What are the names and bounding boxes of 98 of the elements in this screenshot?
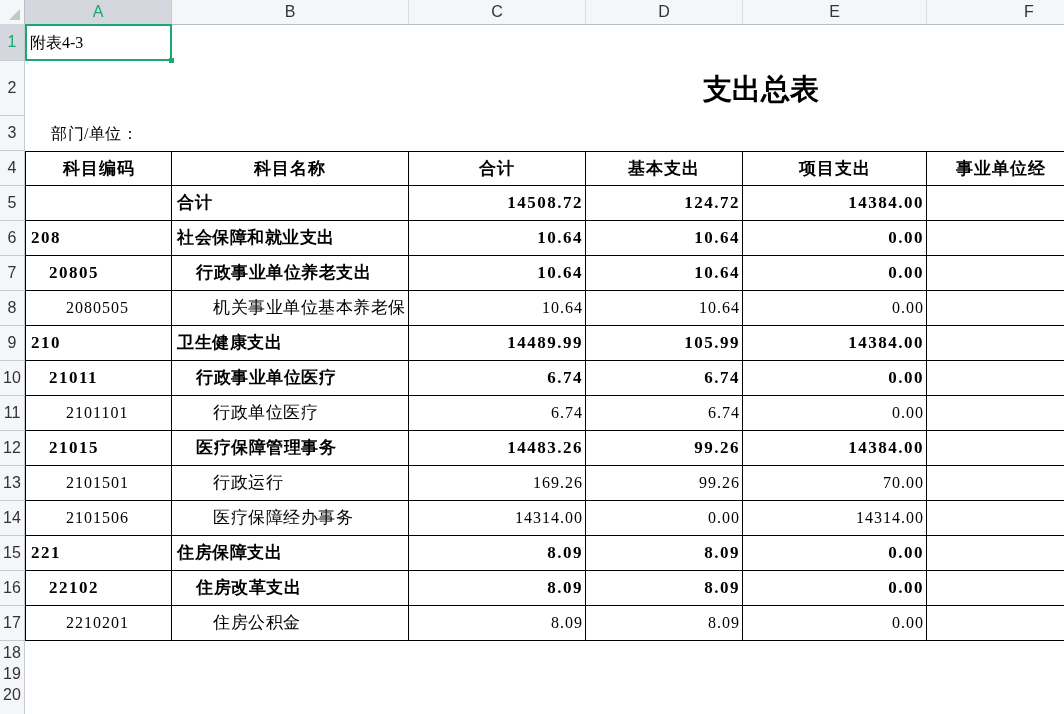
table-cell[interactable]: 2101501 bbox=[25, 466, 172, 501]
table-header-cell[interactable]: 项目支出 bbox=[743, 151, 927, 186]
table-cell[interactable]: 2101506 bbox=[25, 501, 172, 536]
table-cell[interactable]: 169.26 bbox=[409, 466, 586, 501]
row-header[interactable]: 17 bbox=[0, 606, 25, 641]
table-cell[interactable]: 行政单位医疗 bbox=[172, 396, 409, 431]
table-cell[interactable]: 机关事业单位基本养老保 bbox=[172, 291, 409, 326]
table-cell[interactable]: 99.26 bbox=[586, 466, 743, 501]
table-cell[interactable]: 14384.00 bbox=[743, 431, 927, 466]
table-header-cell[interactable]: 科目编码 bbox=[25, 151, 172, 186]
table-cell[interactable]: 8.09 bbox=[409, 606, 586, 641]
table-cell[interactable]: 2080505 bbox=[25, 291, 172, 326]
row-header[interactable]: 14 bbox=[0, 501, 25, 536]
table-cell[interactable]: 0.00 bbox=[743, 291, 927, 326]
column-header[interactable]: B bbox=[172, 0, 409, 25]
table-cell[interactable]: 医疗保障经办事务 bbox=[172, 501, 409, 536]
table-cell[interactable]: 0.00 bbox=[743, 256, 927, 291]
table-cell[interactable]: 21011 bbox=[25, 361, 172, 396]
table-cell[interactable]: 10.64 bbox=[586, 256, 743, 291]
row-header[interactable]: 3 bbox=[0, 116, 25, 151]
row-header[interactable]: 8 bbox=[0, 291, 25, 326]
table-cell[interactable]: 0.00 bbox=[743, 536, 927, 571]
table-cell[interactable]: 8.09 bbox=[586, 571, 743, 606]
table-cell[interactable]: 14384.00 bbox=[743, 186, 927, 221]
table-cell[interactable]: 210 bbox=[25, 326, 172, 361]
table-cell[interactable]: 21015 bbox=[25, 431, 172, 466]
table-header-cell[interactable]: 科目名称 bbox=[172, 151, 409, 186]
table-cell[interactable]: 22102 bbox=[25, 571, 172, 606]
table-cell[interactable]: 住房保障支出 bbox=[172, 536, 409, 571]
table-cell[interactable]: 8.09 bbox=[409, 536, 586, 571]
table-cell[interactable]: 0.00 bbox=[743, 606, 927, 641]
table-cell[interactable]: 124.72 bbox=[586, 186, 743, 221]
table-cell[interactable]: 住房公积金 bbox=[172, 606, 409, 641]
table-cell[interactable]: 14384.00 bbox=[743, 326, 927, 361]
row-header[interactable]: 15 bbox=[0, 536, 25, 571]
triangle-icon[interactable] bbox=[9, 9, 20, 20]
row-header[interactable]: 6 bbox=[0, 221, 25, 256]
table-cell[interactable]: 行政事业单位医疗 bbox=[172, 361, 409, 396]
table-cell[interactable]: 70.00 bbox=[743, 466, 927, 501]
table-cell[interactable]: 10.64 bbox=[409, 221, 586, 256]
row-header[interactable] bbox=[0, 704, 25, 714]
table-cell[interactable]: 10.64 bbox=[586, 221, 743, 256]
table-cell[interactable]: 0.00 bbox=[743, 221, 927, 256]
row-header[interactable]: 5 bbox=[0, 186, 25, 221]
table-cell[interactable]: 14314.00 bbox=[743, 501, 927, 536]
table-cell[interactable]: 221 bbox=[25, 536, 172, 571]
row-header[interactable]: 11 bbox=[0, 396, 25, 431]
column-header[interactable]: D bbox=[586, 0, 743, 25]
table-cell[interactable]: 行政事业单位养老支出 bbox=[172, 256, 409, 291]
table-cell[interactable]: 14314.00 bbox=[409, 501, 586, 536]
table-cell[interactable]: 医疗保障管理事务 bbox=[172, 431, 409, 466]
table-cell[interactable]: 10.64 bbox=[586, 291, 743, 326]
table-cell[interactable]: 0.00 bbox=[586, 501, 743, 536]
table-cell[interactable]: 99.26 bbox=[586, 431, 743, 466]
table-cell[interactable]: 0.00 bbox=[743, 361, 927, 396]
table-header-cell[interactable]: 基本支出 bbox=[586, 151, 743, 186]
table-cell[interactable]: 2101101 bbox=[25, 396, 172, 431]
table-header-cell[interactable]: 事业单位经 bbox=[927, 151, 1064, 186]
row-header[interactable]: 2 bbox=[0, 61, 25, 116]
fill-handle[interactable] bbox=[169, 58, 174, 63]
row-header[interactable]: 10 bbox=[0, 361, 25, 396]
row-header[interactable]: 13 bbox=[0, 466, 25, 501]
table-header-cell[interactable]: 合计 bbox=[409, 151, 586, 186]
column-header[interactable]: F bbox=[927, 0, 1064, 25]
table-cell[interactable]: 合计 bbox=[172, 186, 409, 221]
table-cell[interactable]: 行政运行 bbox=[172, 466, 409, 501]
row-header[interactable]: 16 bbox=[0, 571, 25, 606]
table-cell[interactable]: 10.64 bbox=[409, 291, 586, 326]
unit-label: 部门/单位： bbox=[51, 123, 139, 144]
table-cell[interactable]: 105.99 bbox=[586, 326, 743, 361]
row-header[interactable]: 12 bbox=[0, 431, 25, 466]
column-header[interactable]: C bbox=[409, 0, 586, 25]
sheet-title: 支出总表 bbox=[702, 72, 819, 108]
table-cell[interactable]: 14483.26 bbox=[409, 431, 586, 466]
row-header[interactable]: 7 bbox=[0, 256, 25, 291]
sheet-cell[interactable]: 附表4-3 bbox=[25, 24, 172, 61]
table-cell[interactable]: 10.64 bbox=[409, 256, 586, 291]
table-cell[interactable]: 0.00 bbox=[743, 571, 927, 606]
table-cell[interactable]: 6.74 bbox=[409, 361, 586, 396]
table-cell[interactable]: 20805 bbox=[25, 256, 172, 291]
table-cell[interactable]: 8.09 bbox=[586, 606, 743, 641]
table-cell[interactable]: 社会保障和就业支出 bbox=[172, 221, 409, 256]
table-cell[interactable] bbox=[25, 186, 172, 221]
table-cell[interactable]: 14489.99 bbox=[409, 326, 586, 361]
table-cell[interactable]: 8.09 bbox=[586, 536, 743, 571]
table-cell[interactable]: 208 bbox=[25, 221, 172, 256]
table-cell[interactable]: 0.00 bbox=[743, 396, 927, 431]
column-header[interactable]: E bbox=[743, 0, 927, 25]
table-cell[interactable]: 6.74 bbox=[586, 361, 743, 396]
table-cell[interactable]: 住房改革支出 bbox=[172, 571, 409, 606]
table-cell[interactable]: 2210201 bbox=[25, 606, 172, 641]
row-header[interactable]: 9 bbox=[0, 326, 25, 361]
table-cell[interactable]: 卫生健康支出 bbox=[172, 326, 409, 361]
table-cell[interactable]: 8.09 bbox=[409, 571, 586, 606]
table-cell[interactable]: 6.74 bbox=[586, 396, 743, 431]
table-cell[interactable]: 6.74 bbox=[409, 396, 586, 431]
row-header[interactable]: 4 bbox=[0, 151, 25, 186]
table-cell[interactable]: 14508.72 bbox=[409, 186, 586, 221]
